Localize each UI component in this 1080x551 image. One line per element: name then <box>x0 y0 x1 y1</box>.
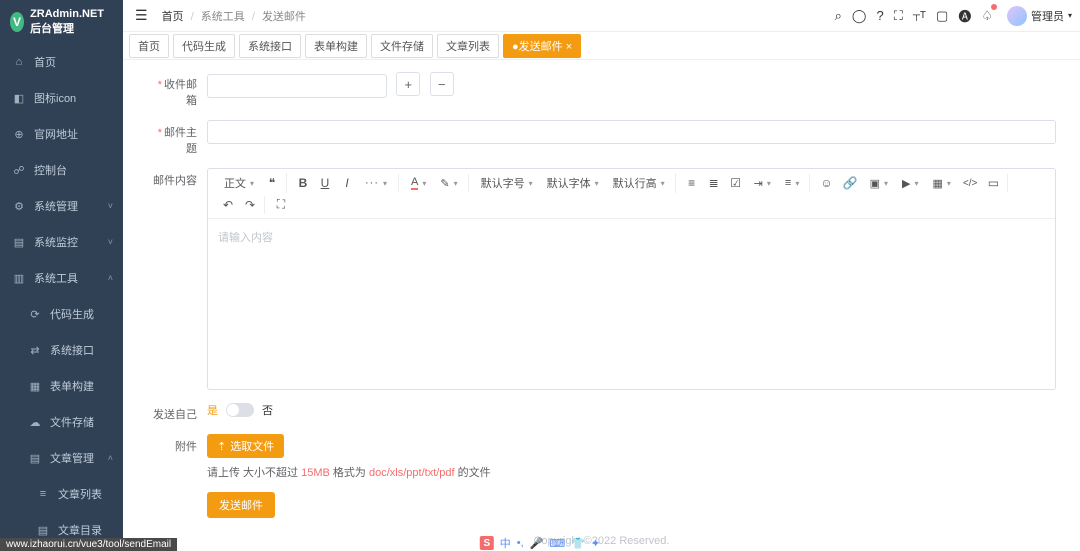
task-button[interactable]: ☑ <box>728 174 744 192</box>
underline-button[interactable]: U <box>317 174 333 192</box>
editor-body[interactable]: 请输入内容 <box>208 219 1055 389</box>
sidebar-sub-0[interactable]: ⟳代码生成 <box>0 296 123 332</box>
tabs-bar: 首页代码生成系统接口表单构建文件存储文章列表●发送邮件 × <box>123 32 1080 60</box>
breadcrumb-tools[interactable]: 系统工具 <box>201 11 245 23</box>
topbar: ☰ 首页 / 系统工具 / 发送邮件 ⌕ ◯ ? ⛶ ┬T ▢ 🅐 ♤ 管理员 <box>123 0 1080 32</box>
ul-button[interactable]: ≡ <box>684 174 700 192</box>
tab-1[interactable]: 代码生成 <box>173 34 235 58</box>
italic-button[interactable]: I <box>339 174 355 192</box>
ime-lang[interactable]: 中 <box>500 535 511 551</box>
hamburger-icon[interactable]: ☰ <box>131 3 152 28</box>
notification-icon[interactable]: ♤ <box>981 8 993 24</box>
more-format-button[interactable]: ··· <box>361 175 392 191</box>
fontsize-icon[interactable]: ┬T <box>913 10 926 21</box>
sidebar-item-5[interactable]: ▤系统监控˅ <box>0 224 123 260</box>
footer: Copyright ©2022 Reserved. <box>123 535 1080 547</box>
sidebar-item-0[interactable]: ⌂首页 <box>0 44 123 80</box>
switch-yes-label: 是 <box>207 402 218 418</box>
content-label: 邮件内容 <box>147 168 207 188</box>
breadcrumb: 首页 / 系统工具 / 发送邮件 <box>162 8 306 24</box>
sidebar-item-6[interactable]: ▥系统工具˄ <box>0 260 123 296</box>
redo-button[interactable]: ↷ <box>242 196 258 214</box>
user-menu[interactable]: 管理员 ▾ <box>1003 6 1072 26</box>
indent-button[interactable]: ⇥ <box>750 175 775 192</box>
ime-logo: S <box>480 536 494 550</box>
bold-button[interactable]: B <box>295 174 311 192</box>
sidebar: V ZRAdmin.NET后台管理 ⌂首页◧图标icon⊕官网地址☍控制台⚙系统… <box>0 0 123 551</box>
bg-color-button[interactable]: ✎ <box>436 175 461 192</box>
quote-button[interactable]: ❝ <box>264 174 280 192</box>
sidebar-sub-2[interactable]: ▦表单构建 <box>0 368 123 404</box>
main-area: ☰ 首页 / 系统工具 / 发送邮件 ⌕ ◯ ? ⛶ ┬T ▢ 🅐 ♤ 管理员 <box>123 0 1080 551</box>
sidebar-item-1[interactable]: ◧图标icon <box>0 80 123 116</box>
sidebar-article-0[interactable]: ≡文章列表 <box>0 476 123 512</box>
fullscreen-editor-button[interactable]: ⛶ <box>273 195 289 214</box>
app-logo[interactable]: V ZRAdmin.NET后台管理 <box>0 0 123 44</box>
upload-icon: ⇡ <box>217 440 226 453</box>
top-icons: ⌕ ◯ ? ⛶ ┬T ▢ 🅐 ♤ 管理员 ▾ <box>835 6 1072 26</box>
tab-2[interactable]: 系统接口 <box>239 34 301 58</box>
table-button[interactable]: ▦ <box>928 175 954 192</box>
upload-hint: 请上传 大小不超过 15MB 格式为 doc/xls/ppt/txt/pdf 的… <box>207 464 1056 480</box>
ime-bar: S 中 •, 🎤 ⌨ 👕 ✦ <box>480 535 600 551</box>
rich-editor: 正文 ❝ B U I ··· A ✎ <box>207 168 1056 390</box>
fullscreen-icon[interactable]: ⛶ <box>894 8 903 24</box>
upload-button[interactable]: ⇡选取文件 <box>207 434 284 458</box>
breadcrumb-current: 发送邮件 <box>262 11 306 23</box>
video-button[interactable]: ▶ <box>898 175 922 192</box>
heading-select[interactable]: 正文 <box>220 173 258 193</box>
tab-3[interactable]: 表单构建 <box>305 34 367 58</box>
username: 管理员 <box>1031 8 1064 24</box>
emoji-button[interactable]: ☺ <box>818 174 834 192</box>
ol-button[interactable]: ≣ <box>706 174 722 192</box>
search-icon[interactable]: ⌕ <box>835 8 842 24</box>
sidebar-sub-3[interactable]: ☁文件存储 <box>0 404 123 440</box>
remove-recipient-button[interactable]: − <box>430 72 454 96</box>
recipient-input[interactable] <box>207 74 387 98</box>
code-button[interactable]: </> <box>961 176 979 191</box>
subject-label: *邮件主题 <box>147 120 207 156</box>
editor-toolbar: 正文 ❝ B U I ··· A ✎ <box>208 169 1055 219</box>
subject-input[interactable] <box>207 120 1056 144</box>
align-button[interactable]: ≡ <box>781 175 803 191</box>
recipient-label: *收件邮箱 <box>147 72 207 108</box>
image-button[interactable]: ▣ <box>866 175 892 192</box>
tab-6[interactable]: ●发送邮件 × <box>503 34 581 58</box>
tab-5[interactable]: 文章列表 <box>437 34 499 58</box>
tab-4[interactable]: 文件存储 <box>371 34 433 58</box>
fontsize-select[interactable]: 默认字号 <box>477 173 537 193</box>
sidebar-sub-1[interactable]: ⇄系统接口 <box>0 332 123 368</box>
undo-button[interactable]: ↶ <box>220 196 236 214</box>
sidebar-item-3[interactable]: ☍控制台 <box>0 152 123 188</box>
form-content: *收件邮箱 + − *邮件主题 邮件内容 正文 <box>123 60 1080 551</box>
lineheight-select[interactable]: 默认行高 <box>609 173 669 193</box>
link-button[interactable]: 🔗 <box>841 174 860 192</box>
switch-no-label: 否 <box>262 402 273 418</box>
layout-icon[interactable]: ▢ <box>936 8 948 24</box>
add-recipient-button[interactable]: + <box>396 72 420 96</box>
attachment-label: 附件 <box>147 434 207 454</box>
font-color-button[interactable]: A <box>407 174 430 192</box>
github-icon[interactable]: ◯ <box>852 8 867 24</box>
chevron-down-icon: ▾ <box>1068 11 1072 20</box>
send-self-label: 发送自己 <box>147 402 207 422</box>
send-email-button[interactable]: 发送邮件 <box>207 492 275 518</box>
send-self-switch[interactable] <box>226 403 254 417</box>
lang-icon[interactable]: 🅐 <box>958 6 971 25</box>
logo-icon: V <box>10 12 24 32</box>
help-icon[interactable]: ? <box>876 8 883 23</box>
fontfamily-select[interactable]: 默认字体 <box>543 173 603 193</box>
breadcrumb-home[interactable]: 首页 <box>162 11 184 23</box>
app-title: ZRAdmin.NET后台管理 <box>30 8 113 36</box>
status-bar-url: www.izhaorui.cn/vue3/tool/sendEmail <box>0 538 177 551</box>
avatar <box>1007 6 1027 26</box>
sidebar-item-4[interactable]: ⚙系统管理˅ <box>0 188 123 224</box>
tab-0[interactable]: 首页 <box>129 34 169 58</box>
sidebar-sub-4[interactable]: ▤文章管理˄ <box>0 440 123 476</box>
sidebar-item-2[interactable]: ⊕官网地址 <box>0 116 123 152</box>
codeblock-button[interactable]: ▭ <box>985 174 1001 192</box>
